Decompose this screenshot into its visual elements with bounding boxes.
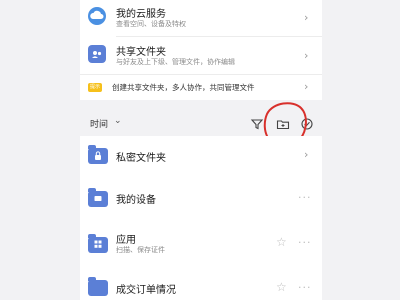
filter-icon[interactable] [250,116,264,130]
folder-icon [88,277,108,296]
shared-folder-subtitle: 与好友及上下级、管理文件，协作编辑 [116,58,235,66]
shared-folder-icon [88,45,106,63]
list-item-title: 应用 [116,235,136,246]
sort-by-time[interactable]: 时间 [90,117,108,130]
cloud-service-row[interactable]: 我的云服务 查看空间、设备及特权 › [80,0,322,36]
list-item-my-devices[interactable]: 我的设备 ··· [80,178,322,218]
list-item-private-folder[interactable]: 私密文件夹 › [80,136,322,174]
chevron-right-icon: › [304,49,309,62]
list-item-apps[interactable]: 应用 扫描、保存证件 ☆ ··· [80,222,322,266]
select-check-icon[interactable] [300,116,314,130]
list-item-title: 私密文件夹 [116,153,166,164]
new-folder-icon[interactable] [276,116,290,130]
chevron-right-icon: › [304,148,309,161]
shared-folder-title: 共享文件夹 [116,47,166,58]
apps-icon [94,240,102,248]
list-item-title: 成交订单情况 [116,285,176,296]
device-icon [94,196,102,201]
chevron-down-icon[interactable]: ⌄ [114,116,122,126]
lock-icon [95,151,101,160]
cloud-service-subtitle: 查看空间、设备及特权 [116,20,186,28]
cloud-services-card: 我的云服务 查看空间、设备及特权 › 共享文件夹 与好友及上下级、管理文件，协作… [80,0,322,100]
more-options-icon[interactable]: ··· [298,192,312,203]
list-item-orders-folder[interactable]: 成交订单情况 ☆ ··· [80,270,322,300]
folder-icon [88,188,108,207]
tip-text[interactable]: 创建共享文件夹，多人协作，共同管理文件 [112,82,255,93]
sort-toolbar: 时间 ⌄ [80,108,322,136]
chevron-right-icon: › [304,11,309,24]
list-item-subtitle: 扫描、保存证件 [116,246,165,254]
more-options-icon[interactable]: ··· [298,237,312,248]
star-icon[interactable]: ☆ [276,281,287,293]
file-list: 私密文件夹 › 我的设备 ··· 应用 扫描、保存证件 ☆ ··· 成交订单情况… [80,136,322,300]
divider [80,74,322,75]
star-icon[interactable]: ☆ [276,236,287,248]
cloud-icon [88,7,106,25]
chevron-right-icon[interactable]: › [304,81,308,92]
shared-folder-row[interactable]: 共享文件夹 与好友及上下级、管理文件，协作编辑 › [80,37,322,73]
more-options-icon[interactable]: ··· [298,282,312,293]
cloud-service-title: 我的云服务 [116,9,166,20]
folder-icon [88,234,108,253]
list-item-title: 我的设备 [116,195,156,206]
tip-badge: 提示 [88,83,102,92]
folder-icon [88,145,108,164]
